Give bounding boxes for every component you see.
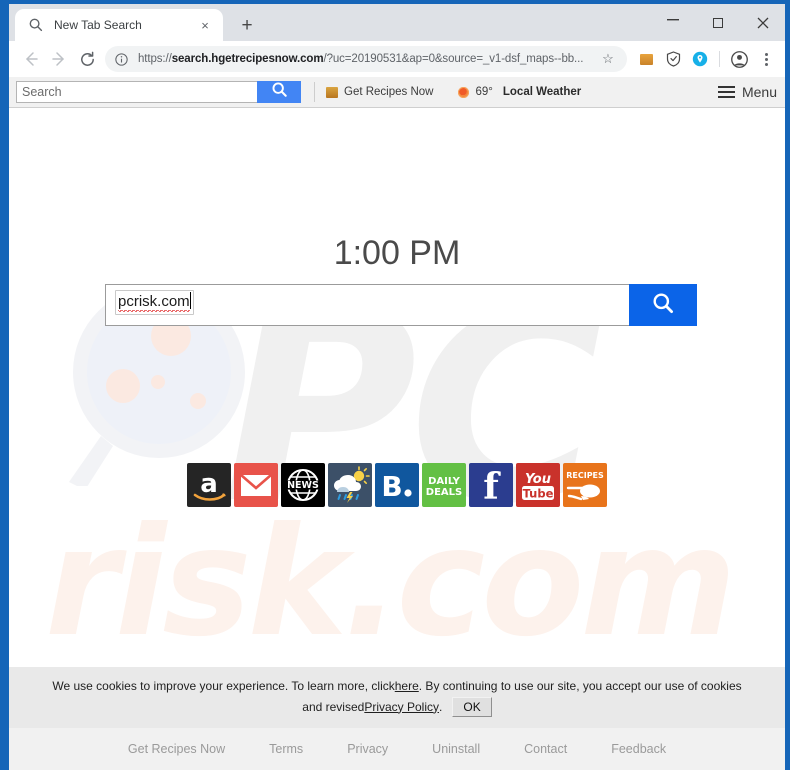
weather-temperature: 69° [475,86,493,98]
tab-title: New Tab Search [54,18,142,32]
cookie-text-1: We use cookies to improve your experienc… [52,678,395,693]
location-pin-icon[interactable] [687,46,713,72]
booking-icon: B [381,470,412,503]
extension-toolbar: Get Recipes Now 69° Local Weather Menu [9,77,785,108]
weather-label: Local Weather [502,86,582,98]
navigation-bar: https://search.hgetrecipesnow.com/?uc=20… [9,41,785,77]
toolbar-divider [314,82,315,102]
cookie-banner: We use cookies to improve your experienc… [9,667,785,728]
toolbar-menu-label: Menu [741,84,777,100]
svg-text:a: a [200,469,218,499]
back-button[interactable] [17,45,45,73]
shield-icon[interactable] [660,46,686,72]
main-search-value: pcrisk.com [118,293,190,312]
extension-icon[interactable] [633,46,659,72]
svg-text:DEALS: DEALS [426,487,462,498]
footer-link-terms[interactable]: Terms [269,742,303,756]
toolbar-search-group [16,81,301,103]
maximize-button[interactable] [695,8,740,38]
tile-youtube[interactable]: You Tube [516,463,560,507]
cookie-banner-line-2: and revised Privacy Policy. OK [302,696,492,717]
tile-daily-deals[interactable]: DAILY DEALS [422,463,466,507]
privacy-policy-link[interactable]: Privacy Policy [364,700,439,714]
toolbar-search-button[interactable] [257,81,301,103]
svg-text:Tube: Tube [523,487,554,501]
shortcut-tiles: a NEWS B DAILY DEALS f You Tube RECIPES [9,463,785,507]
tile-news[interactable]: NEWS [281,463,325,507]
tile-recipes[interactable]: RECIPES [563,463,607,507]
page-footer: Get Recipes Now Terms Privacy Uninstall … [9,728,785,770]
toolbar-search-input[interactable] [16,81,257,103]
minimize-button[interactable] [650,8,695,38]
recipes-icon: RECIPES [566,471,604,501]
recipes-icon [326,86,338,98]
tile-facebook[interactable]: f [469,463,513,507]
search-text-box: pcrisk.com [115,290,194,315]
cookie-ok-button[interactable]: OK [452,696,492,717]
weather-cloud-sun-icon [334,466,370,503]
new-tab-button[interactable]: + [233,11,261,39]
three-dot-menu-icon[interactable] [753,46,779,72]
browser-tab[interactable]: New Tab Search × [15,9,223,41]
tab-strip: New Tab Search × + [9,4,785,41]
reload-button[interactable] [73,45,101,73]
facebook-icon: f [483,466,501,507]
cookie-banner-line-1: We use cookies to improve your experienc… [52,679,741,693]
tile-weather[interactable] [328,463,372,507]
cookie-here-link[interactable]: here [395,679,419,693]
toolbar-recipes-label: Get Recipes Now [344,86,434,98]
forward-button[interactable] [45,45,73,73]
close-button[interactable] [740,8,785,38]
toolbar-local-weather[interactable]: 69° Local Weather [458,86,581,98]
extension-icon-group [633,46,779,72]
tile-booking[interactable]: B [375,463,419,507]
search-icon [651,291,675,320]
news-globe-icon: NEWS [287,469,319,501]
tile-gmail[interactable] [234,463,278,507]
daily-deals-icon: DAILY DEALS [426,476,462,498]
footer-link-feedback[interactable]: Feedback [611,742,666,756]
search-icon [271,81,288,103]
svg-text:NEWS: NEWS [287,480,319,491]
text-caret [189,292,191,309]
cookie-text-4: . [439,699,443,714]
amazon-icon: a [193,469,226,501]
main-search-row: pcrisk.com [105,284,697,326]
bookmark-star-icon[interactable]: ☆ [599,51,617,67]
watermark-risk: risk.com [45,496,737,667]
window-controls [650,4,785,41]
footer-link-privacy[interactable]: Privacy [347,742,388,756]
browser-window: New Tab Search × + https://search.hgetre… [0,0,790,770]
sun-icon [458,86,470,98]
address-bar[interactable]: https://search.hgetrecipesnow.com/?uc=20… [105,46,627,72]
clock: 1:00 PM [333,234,461,272]
gmail-icon [240,474,272,496]
hamburger-menu-icon [717,86,735,98]
footer-link-get-recipes-now[interactable]: Get Recipes Now [128,742,225,756]
maximize-icon [712,17,723,28]
profile-avatar-icon[interactable] [726,46,752,72]
svg-text:f: f [483,466,501,507]
svg-text:RECIPES: RECIPES [566,471,604,480]
toolbar-menu-button[interactable]: Menu [717,84,777,100]
page-content: PC risk.com 1:00 PM pcrisk.com a NEWS B … [9,108,785,667]
youtube-icon: You Tube [522,472,554,501]
footer-link-uninstall[interactable]: Uninstall [432,742,480,756]
svg-text:B: B [381,470,402,503]
svg-text:You: You [525,472,551,487]
svg-text:DAILY: DAILY [428,476,461,487]
main-search-button[interactable] [629,284,697,326]
info-circle-icon[interactable] [115,52,131,66]
tile-amazon[interactable]: a [187,463,231,507]
toolbar-divider [719,51,720,67]
toolbar-get-recipes-now[interactable]: Get Recipes Now [326,86,433,98]
main-search-input[interactable]: pcrisk.com [105,284,629,326]
cookie-text-3: and revised [302,699,365,714]
close-icon[interactable]: × [196,16,214,34]
search-icon [28,17,44,33]
footer-link-contact[interactable]: Contact [524,742,567,756]
cookie-text-2: . By continuing to use our site, you acc… [418,678,742,693]
address-bar-url: https://search.hgetrecipesnow.com/?uc=20… [138,53,584,65]
